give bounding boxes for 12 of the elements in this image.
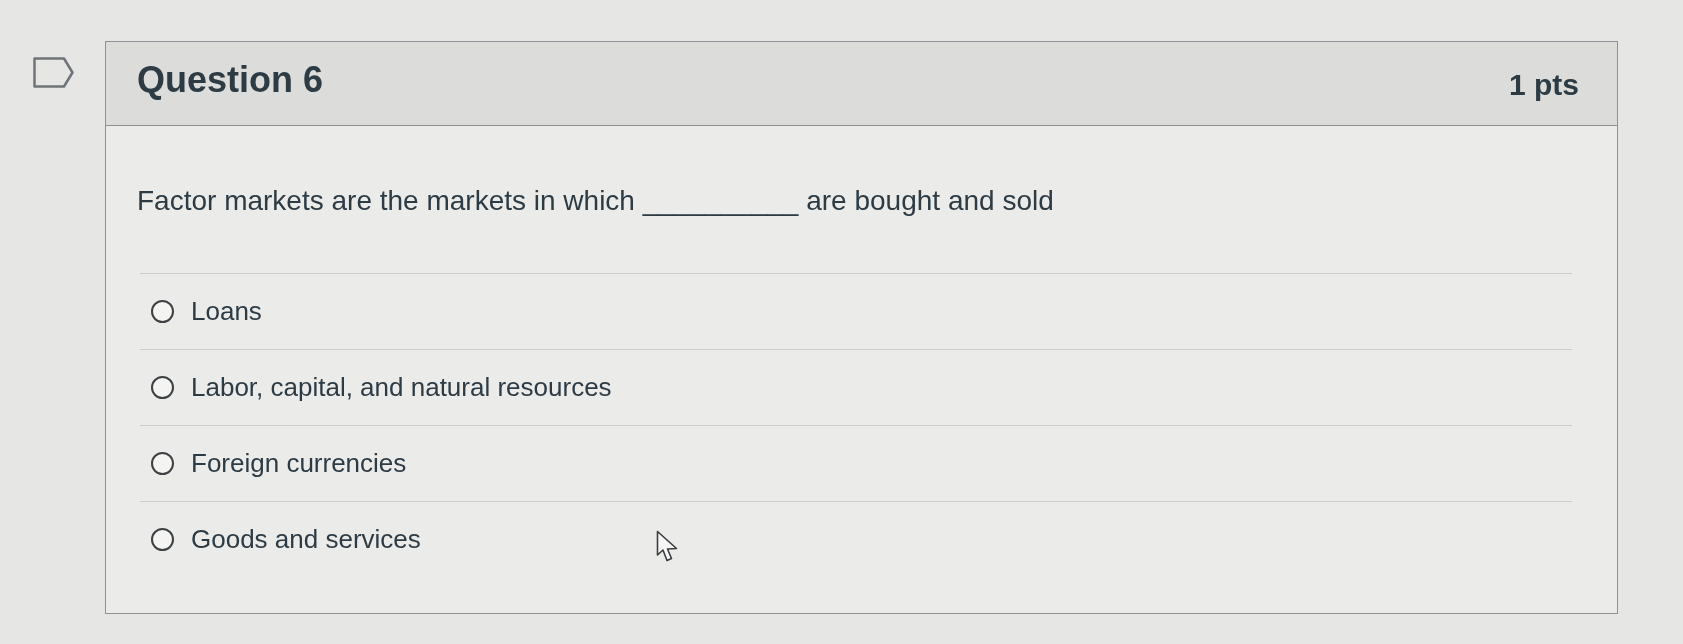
flag-icon[interactable] <box>33 57 74 88</box>
answer-option[interactable]: Labor, capital, and natural resources <box>140 349 1572 425</box>
mouse-pointer-icon <box>656 530 679 563</box>
question-title: Question 6 <box>137 58 324 101</box>
radio-button[interactable] <box>151 300 174 323</box>
answer-option[interactable]: Loans <box>140 273 1572 349</box>
answer-option[interactable]: Foreign currencies <box>140 425 1572 501</box>
radio-button[interactable] <box>151 528 174 551</box>
radio-button[interactable] <box>151 376 174 399</box>
question-text: Factor markets are the markets in which __________ are bought and sold <box>137 184 1055 218</box>
points-label: 1 pts <box>1508 66 1579 102</box>
radio-button[interactable] <box>151 452 174 475</box>
